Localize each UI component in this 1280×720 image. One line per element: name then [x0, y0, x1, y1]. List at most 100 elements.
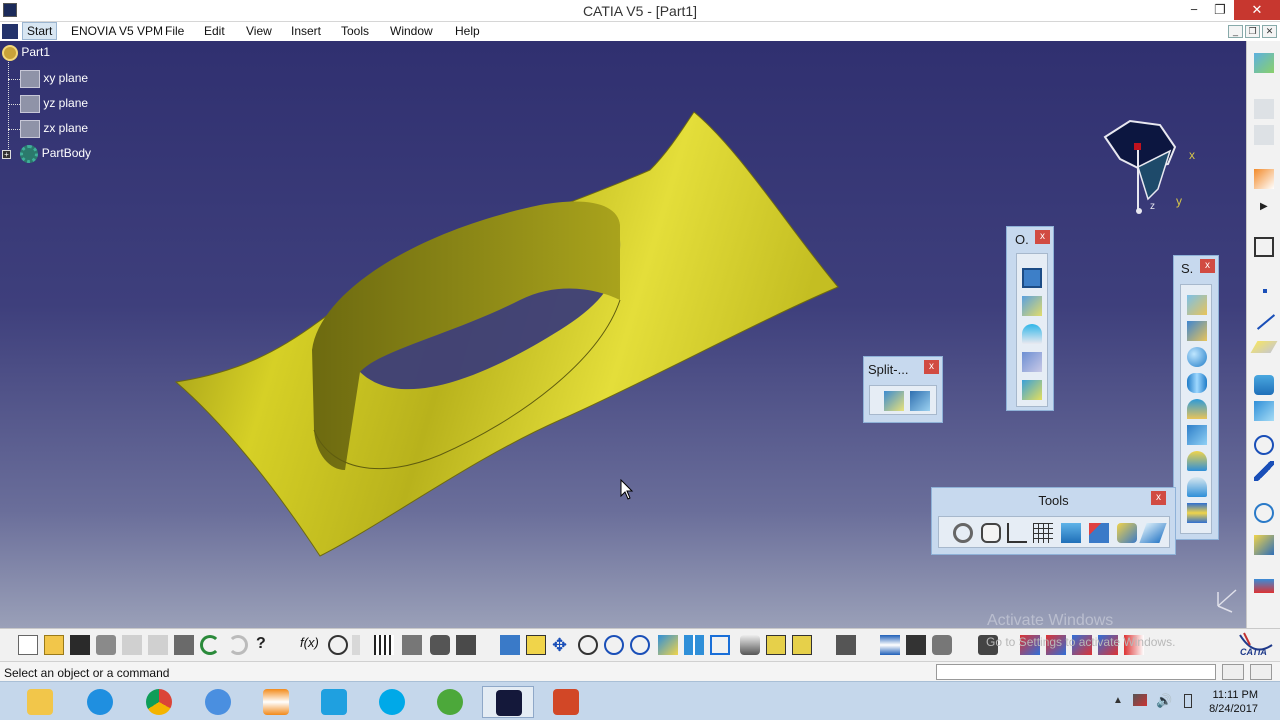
- blend-icon[interactable]: [1187, 503, 1207, 523]
- axis-system-icon[interactable]: [1007, 523, 1027, 543]
- shading-icon[interactable]: [740, 635, 760, 655]
- taskbar-utorrent[interactable]: [424, 686, 476, 718]
- new-file-icon[interactable]: [18, 635, 38, 655]
- comment-icon[interactable]: [328, 635, 348, 655]
- rotate-icon[interactable]: [1254, 503, 1274, 523]
- menu-tools[interactable]: Tools: [341, 24, 369, 38]
- menu-view[interactable]: View: [246, 24, 272, 38]
- undo-icon[interactable]: [200, 635, 220, 655]
- measure-item-icon[interactable]: [906, 635, 926, 655]
- fly-mode-icon[interactable]: [500, 635, 520, 655]
- snap-icon[interactable]: [1089, 523, 1109, 543]
- help-icon[interactable]: ?: [256, 635, 276, 655]
- paste-icon[interactable]: [174, 635, 194, 655]
- hide-show-icon[interactable]: [766, 635, 786, 655]
- plane-tool-icon[interactable]: [1250, 341, 1278, 353]
- healing-icon[interactable]: [1022, 296, 1042, 316]
- menu-start[interactable]: Start: [22, 22, 58, 40]
- extrude-surface-icon[interactable]: [1187, 295, 1207, 315]
- knowledge-icon[interactable]: [456, 635, 476, 655]
- toolbar-arrow-icon[interactable]: ▶: [1260, 201, 1268, 212]
- cylinder-icon[interactable]: [1187, 373, 1207, 393]
- menu-edit[interactable]: Edit: [204, 24, 225, 38]
- trim-icon[interactable]: [910, 391, 930, 411]
- maximize-button[interactable]: ❐: [1206, 0, 1234, 20]
- mass-icon[interactable]: [932, 635, 952, 655]
- visual-analysis-icon[interactable]: [1117, 523, 1137, 543]
- close-button[interactable]: ✕: [1234, 0, 1280, 20]
- circle-icon[interactable]: [1254, 435, 1274, 455]
- formula-icon[interactable]: f(x): [300, 635, 320, 655]
- join-icon[interactable]: [1022, 268, 1042, 288]
- tray-volume-icon[interactable]: 🔊: [1156, 693, 1172, 709]
- open-folder-icon[interactable]: [44, 635, 64, 655]
- spline-icon[interactable]: [1254, 461, 1274, 481]
- menu-file[interactable]: File: [165, 24, 184, 38]
- projection-icon[interactable]: [1254, 375, 1274, 395]
- translate-icon[interactable]: [1022, 352, 1042, 372]
- point-icon[interactable]: [1263, 289, 1267, 293]
- cut-icon[interactable]: [122, 635, 142, 655]
- taskbar-camera[interactable]: [308, 686, 360, 718]
- menu-help[interactable]: Help: [455, 24, 480, 38]
- doc-close-button[interactable]: ✕: [1262, 25, 1277, 38]
- update-icon[interactable]: [953, 523, 973, 543]
- sphere-icon[interactable]: [1187, 347, 1207, 367]
- save-icon[interactable]: [70, 635, 90, 655]
- zoom-in-icon[interactable]: [604, 635, 624, 655]
- offset-icon[interactable]: [1187, 399, 1207, 419]
- operations-toolbar-close-button[interactable]: x: [1035, 230, 1050, 244]
- swap-visible-icon[interactable]: [792, 635, 812, 655]
- select-icon[interactable]: [1254, 169, 1274, 189]
- fill-icon[interactable]: [1187, 451, 1207, 471]
- command-input[interactable]: [936, 664, 1216, 680]
- taskbar-vlc[interactable]: [250, 686, 302, 718]
- rotate-view-icon[interactable]: [578, 635, 598, 655]
- output-feature-icon[interactable]: [1254, 99, 1274, 119]
- pattern-icon[interactable]: [1254, 535, 1274, 555]
- working-support-icon[interactable]: [1061, 523, 1081, 543]
- properties-icon[interactable]: [836, 635, 856, 655]
- sketch-edit-icon[interactable]: [1254, 237, 1274, 257]
- doc-restore-button[interactable]: ❐: [1245, 25, 1260, 38]
- tray-network-icon[interactable]: [1133, 694, 1147, 706]
- grid-icon[interactable]: [1033, 523, 1053, 543]
- taskbar-skype[interactable]: [366, 686, 418, 718]
- 3d-support-icon[interactable]: [1139, 523, 1167, 543]
- multi-view-icon[interactable]: [684, 635, 704, 655]
- compass-axis[interactable]: [1100, 119, 1210, 219]
- taskbar-powerpoint[interactable]: [540, 686, 592, 718]
- iso-view-icon[interactable]: [710, 635, 730, 655]
- split-icon[interactable]: [884, 391, 904, 411]
- menu-enovia[interactable]: ENOVIA V5 VPM: [71, 24, 163, 38]
- taskbar-file-explorer[interactable]: [14, 686, 66, 718]
- taskbar-chrome-2[interactable]: [192, 686, 244, 718]
- sketcher-icon[interactable]: [1254, 53, 1274, 73]
- taskbar-chrome[interactable]: [133, 686, 185, 718]
- measure-icon[interactable]: [1254, 579, 1274, 593]
- extrapolate-icon[interactable]: [1022, 380, 1042, 400]
- fillet-icon[interactable]: [1022, 324, 1042, 344]
- system-clock[interactable]: 11:11 PM 8/24/2017: [1209, 688, 1258, 716]
- multi-section-surface-icon[interactable]: [1187, 477, 1207, 497]
- print-icon[interactable]: [96, 635, 116, 655]
- feature-icon[interactable]: [1254, 125, 1274, 145]
- hand-icon[interactable]: [981, 523, 1001, 543]
- tray-up-arrow-icon[interactable]: ▲: [1113, 695, 1123, 706]
- tray-battery-icon[interactable]: [1184, 694, 1192, 708]
- line-icon[interactable]: [1256, 314, 1276, 330]
- parameter-icon[interactable]: [352, 635, 360, 655]
- taskbar-catia[interactable]: [482, 686, 534, 718]
- pan-icon[interactable]: ✥: [552, 635, 572, 655]
- sweep-icon[interactable]: [1187, 425, 1207, 445]
- fit-all-icon[interactable]: [526, 635, 546, 655]
- copy-icon[interactable]: [148, 635, 168, 655]
- doc-minimize-button[interactable]: _: [1228, 25, 1243, 38]
- minimize-button[interactable]: −: [1180, 0, 1208, 20]
- revolve-surface-icon[interactable]: [1187, 321, 1207, 341]
- taskbar-internet-explorer[interactable]: [74, 686, 126, 718]
- intersection-icon[interactable]: [1254, 401, 1274, 421]
- tools-toolbar-close-button[interactable]: x: [1151, 491, 1166, 505]
- surfaces-toolbar-close-button[interactable]: x: [1200, 259, 1215, 273]
- 3d-viewport[interactable]: Part1 xy plane yz plane zx plane + PartB…: [0, 41, 1246, 628]
